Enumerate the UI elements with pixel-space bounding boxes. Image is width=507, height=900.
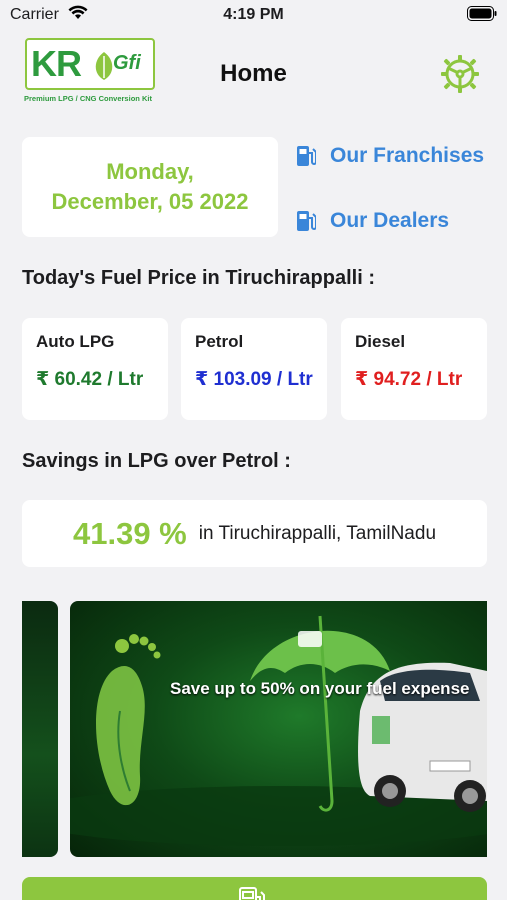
fuel-price-heading: Today's Fuel Price in Tiruchirappalli :	[22, 267, 375, 289]
promo-banner-art	[70, 615, 487, 846]
fuel-name: Petrol	[195, 332, 244, 351]
fuel-price: ₹ 94.72 / Ltr	[355, 369, 463, 390]
fuel-card-diesel: Diesel ₹ 94.72 / Ltr	[341, 318, 487, 420]
fuel-pump-icon	[239, 887, 265, 900]
fuel-card-petrol: Petrol ₹ 103.09 / Ltr	[181, 318, 327, 420]
our-dealers-link[interactable]: Our Dealers	[296, 206, 449, 236]
fuel-card-auto-lpg: Auto LPG ₹ 60.42 / Ltr	[22, 318, 168, 420]
date-day: Monday,	[106, 159, 194, 184]
savings-card: 41.39 % in Tiruchirappalli, TamilNadu	[22, 500, 487, 567]
steering-wheel-settings-icon[interactable]	[440, 54, 480, 94]
battery-icon	[467, 6, 497, 21]
promo-banner[interactable]: Save up to 50% on your fuel expense	[70, 601, 487, 857]
fuel-price: ₹ 103.09 / Ltr	[195, 369, 313, 390]
savings-percent: 41.39 %	[72, 515, 187, 551]
logo-tagline: Premium LPG / CNG Conversion Kit	[24, 94, 152, 103]
promo-banner-text: Save up to 50% on your fuel expense	[170, 679, 470, 698]
clock: 4:19 PM	[223, 6, 284, 23]
fuel-price: ₹ 60.42 / Ltr	[36, 369, 144, 390]
our-dealers-label: Our Dealers	[330, 209, 450, 232]
savings-heading: Savings in LPG over Petrol :	[22, 450, 291, 472]
our-franchises-label: Our Franchises	[330, 144, 485, 167]
savings-location: in Tiruchirappalli, TamilNadu	[198, 522, 437, 544]
our-franchises-link[interactable]: Our Franchises	[296, 141, 484, 171]
footprint-leaf-icon	[96, 634, 161, 806]
fuel-name: Auto LPG	[36, 332, 115, 351]
date-card: Monday, December, 05 2022	[22, 137, 278, 237]
fuel-name: Diesel	[355, 332, 406, 351]
page-title: Home	[220, 60, 287, 87]
status-bar: Carrier 4:19 PM	[0, 0, 507, 30]
fuel-pump-icon	[297, 146, 316, 166]
date-full: December, 05 2022	[51, 189, 249, 214]
fuel-station-button[interactable]	[22, 877, 487, 900]
fuel-pump-icon	[297, 211, 316, 231]
carousel-previous-slide[interactable]	[22, 601, 58, 857]
app-header: KR Gfi Premium LPG / CNG Conversion Kit …	[0, 32, 507, 112]
